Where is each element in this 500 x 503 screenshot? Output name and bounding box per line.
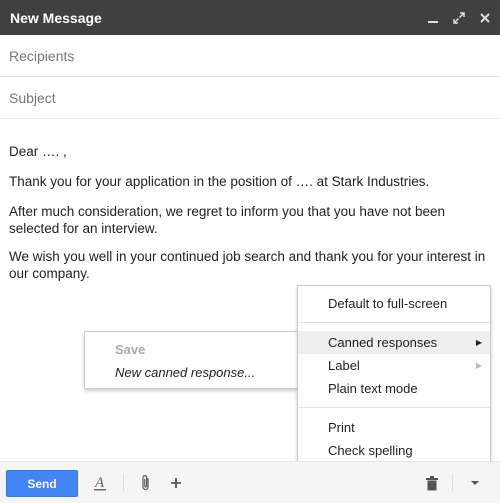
menu-item-label: Print [328, 420, 355, 435]
more-options-menu: Default to full-screen Canned responses … [297, 285, 491, 467]
submenu-arrow-icon: ▶ [475, 338, 482, 347]
menu-item-label-option[interactable]: Label ▶ [298, 354, 490, 377]
recipients-input[interactable] [9, 47, 479, 64]
menu-item-label: Canned responses [328, 335, 438, 350]
menu-item-label: Default to full-screen [328, 296, 448, 311]
subject-input[interactable] [9, 89, 479, 106]
menu-item-default-fullscreen[interactable]: Default to full-screen [298, 292, 490, 315]
body-greeting: Dear …. , [9, 144, 67, 159]
subject-row [0, 77, 500, 119]
toolbar-separator [123, 474, 124, 492]
menu-item-plain-text[interactable]: Plain text mode [298, 377, 490, 400]
menu-divider [298, 322, 490, 323]
menu-item-label: Label [328, 358, 360, 373]
trash-icon[interactable] [424, 472, 440, 494]
more-options-icon[interactable] [466, 472, 484, 494]
svg-text:A: A [94, 475, 105, 491]
menu-item-label: Plain text mode [328, 381, 418, 396]
submenu-arrow-icon: ▶ [475, 361, 482, 370]
body-paragraph: After much consideration, we regret to i… [9, 204, 445, 236]
new-canned-response-item[interactable]: New canned response... [85, 361, 297, 384]
plus-icon[interactable] [168, 472, 184, 494]
message-body[interactable]: Dear …. , Thank you for your application… [9, 143, 494, 292]
save-canned-response-item: Save [115, 342, 146, 357]
minimize-icon[interactable] [426, 11, 440, 25]
recipients-row [0, 35, 500, 77]
menu-item-canned-responses[interactable]: Canned responses ▶ [298, 331, 490, 354]
toolbar-separator [452, 474, 453, 492]
canned-responses-submenu: Save New canned response... [84, 331, 298, 389]
menu-divider [298, 407, 490, 408]
body-paragraph: Thank you for your application in the po… [9, 174, 430, 189]
attach-icon[interactable] [138, 472, 154, 494]
send-button[interactable]: Send [6, 470, 78, 497]
compose-toolbar: Send A [0, 461, 500, 503]
menu-item-check-spelling[interactable]: Check spelling [298, 439, 490, 462]
body-paragraph: We wish you well in your continued job s… [9, 249, 486, 281]
expand-icon[interactable] [452, 11, 466, 25]
window-title: New Message [10, 9, 102, 26]
menu-item-label: Check spelling [328, 443, 413, 458]
compose-titlebar: New Message [0, 0, 500, 35]
window-controls [426, 0, 492, 35]
menu-item-print[interactable]: Print [298, 416, 490, 439]
text-format-icon[interactable]: A [92, 472, 108, 494]
close-icon[interactable] [478, 11, 492, 25]
